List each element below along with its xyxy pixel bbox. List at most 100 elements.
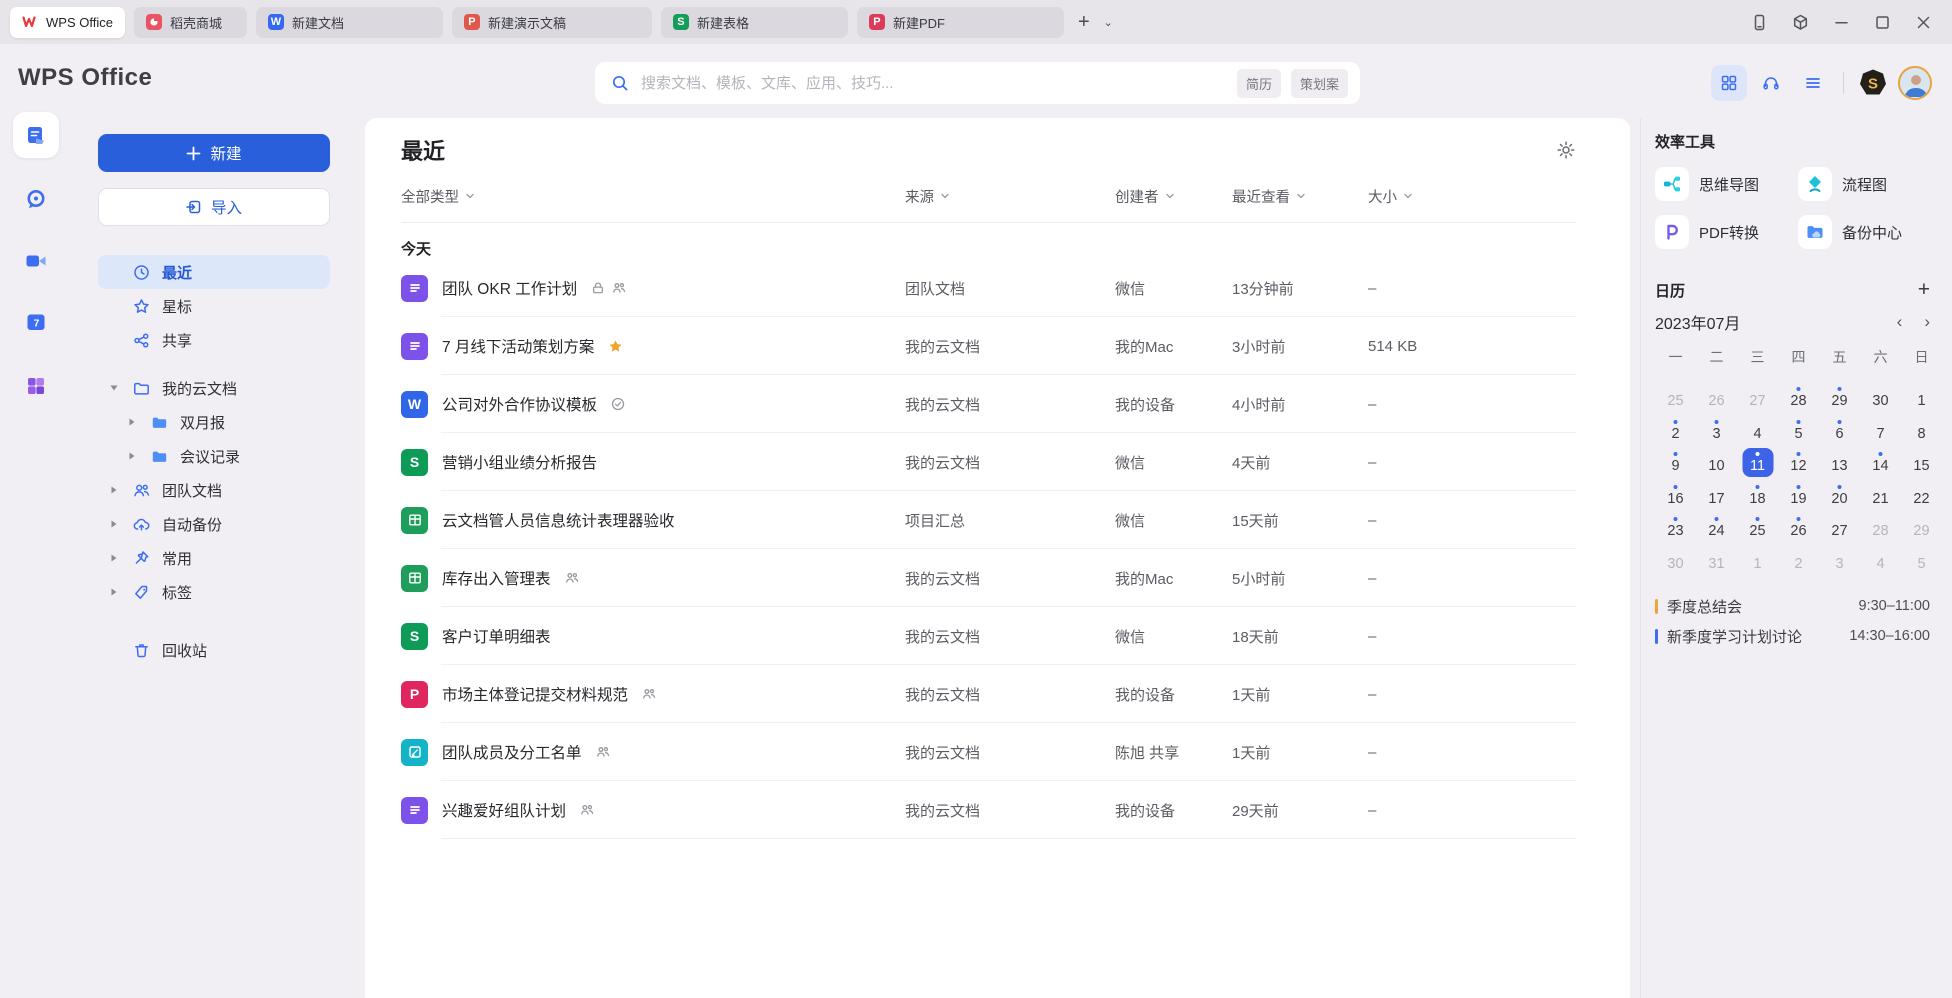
calendar-event[interactable]: 季度总结会9:30–11:00 bbox=[1655, 591, 1930, 621]
calendar-day-26[interactable]: 26 bbox=[1778, 510, 1819, 543]
calendar-day-10[interactable]: 10 bbox=[1696, 445, 1737, 478]
calendar-day-25[interactable]: 25 bbox=[1655, 380, 1696, 413]
calendar-day-28[interactable]: 28 bbox=[1860, 510, 1901, 543]
tool-PDF转换[interactable]: PDF转换 bbox=[1655, 208, 1798, 256]
rail-item-meeting[interactable] bbox=[13, 238, 59, 284]
file-row[interactable]: 团队成员及分工名单我的云文档陈旭 共享1天前– bbox=[401, 723, 1576, 781]
new-document-button[interactable]: 新建 bbox=[98, 134, 330, 172]
close-button[interactable] bbox=[1915, 14, 1932, 31]
calendar-day-27[interactable]: 27 bbox=[1819, 510, 1860, 543]
sidebar-item-常用[interactable]: 常用 bbox=[98, 541, 330, 575]
calendar-day-24[interactable]: 24 bbox=[1696, 510, 1737, 543]
caret-right-icon[interactable] bbox=[127, 417, 137, 427]
calendar-day-1[interactable]: 1 bbox=[1737, 543, 1778, 576]
file-row[interactable]: W公司对外合作协议模板我的云文档我的设备4小时前– bbox=[401, 375, 1576, 433]
calendar-day-16[interactable]: 16 bbox=[1655, 478, 1696, 511]
calendar-day-5[interactable]: 5 bbox=[1778, 413, 1819, 446]
rail-item-calendar-7[interactable]: 7 bbox=[13, 299, 59, 345]
mobile-button[interactable] bbox=[1751, 14, 1768, 31]
calendar-day-31[interactable]: 31 bbox=[1696, 543, 1737, 576]
settings-gear-icon[interactable] bbox=[1556, 140, 1576, 160]
rail-item-messages[interactable] bbox=[13, 176, 59, 222]
calendar-day-23[interactable]: 23 bbox=[1655, 510, 1696, 543]
membership-badge[interactable]: S bbox=[1858, 68, 1888, 98]
caret-right-icon[interactable] bbox=[109, 587, 119, 597]
maximize-button[interactable] bbox=[1874, 14, 1891, 31]
sidebar-item-共享[interactable]: 共享 bbox=[98, 323, 330, 357]
sidebar-item-会议记录[interactable]: 会议记录 bbox=[98, 439, 330, 473]
calendar-day-2[interactable]: 2 bbox=[1778, 543, 1819, 576]
new-tab-button[interactable]: + bbox=[1078, 12, 1090, 32]
calendar-next-button[interactable]: › bbox=[1924, 312, 1930, 332]
calendar-day-3[interactable]: 3 bbox=[1819, 543, 1860, 576]
tool-备份中心[interactable]: 备份中心 bbox=[1798, 208, 1941, 256]
support-headset-button[interactable] bbox=[1753, 65, 1789, 101]
calendar-day-6[interactable]: 6 bbox=[1819, 413, 1860, 446]
sidebar-item-星标[interactable]: 星标 bbox=[98, 289, 330, 323]
sidebar-item-双月报[interactable]: 双月报 bbox=[98, 405, 330, 439]
calendar-day-5[interactable]: 5 bbox=[1901, 543, 1942, 576]
file-row[interactable]: 7 月线下活动策划方案我的云文档我的Mac3小时前514 KB bbox=[401, 317, 1576, 375]
calendar-day-19[interactable]: 19 bbox=[1778, 478, 1819, 511]
sidebar-item-团队文档[interactable]: 团队文档 bbox=[98, 473, 330, 507]
global-search-bar[interactable]: 简历策划案 bbox=[595, 62, 1360, 104]
window-tab-新建文档[interactable]: W新建文档 bbox=[256, 7, 443, 38]
calendar-day-26[interactable]: 26 bbox=[1696, 380, 1737, 413]
grid-view-button[interactable] bbox=[1711, 65, 1747, 101]
window-tab-新建表格[interactable]: S新建表格 bbox=[661, 7, 848, 38]
caret-right-icon[interactable] bbox=[109, 519, 119, 529]
sidebar-item-我的云文档[interactable]: 我的云文档 bbox=[98, 371, 330, 405]
file-row[interactable]: 团队 OKR 工作计划团队文档微信13分钟前– bbox=[401, 259, 1576, 317]
calendar-prev-button[interactable]: ‹ bbox=[1897, 312, 1903, 332]
file-row[interactable]: S营销小组业绩分析报告我的云文档微信4天前– bbox=[401, 433, 1576, 491]
rail-item-apps[interactable] bbox=[13, 363, 59, 409]
caret-right-icon[interactable] bbox=[127, 451, 137, 461]
calendar-event[interactable]: 新季度学习计划讨论14:30–16:00 bbox=[1655, 621, 1930, 651]
caret-right-icon[interactable] bbox=[109, 485, 119, 495]
calendar-day-9[interactable]: 9 bbox=[1655, 445, 1696, 478]
calendar-day-3[interactable]: 3 bbox=[1696, 413, 1737, 446]
sidebar-item-trash[interactable]: 回收站 bbox=[98, 633, 207, 667]
calendar-day-4[interactable]: 4 bbox=[1860, 543, 1901, 576]
file-row[interactable]: 云文档管人员信息统计表理器验收项目汇总微信15天前– bbox=[401, 491, 1576, 549]
search-tag-策划案[interactable]: 策划案 bbox=[1291, 69, 1348, 98]
calendar-day-29[interactable]: 29 bbox=[1901, 510, 1942, 543]
tab-list-chevron-icon[interactable]: ⌄ bbox=[1104, 16, 1113, 29]
import-button[interactable]: 导入 bbox=[98, 188, 330, 226]
window-tab-新建PDF[interactable]: P新建PDF bbox=[857, 7, 1064, 38]
calendar-day-18[interactable]: 18 bbox=[1737, 478, 1778, 511]
filter-大小[interactable]: 大小 bbox=[1368, 186, 1576, 207]
calendar-day-21[interactable]: 21 bbox=[1860, 478, 1901, 511]
calendar-day-13[interactable]: 13 bbox=[1819, 445, 1860, 478]
window-tab-稻壳商城[interactable]: 稻壳商城 bbox=[134, 7, 247, 38]
file-row[interactable]: 兴趣爱好组队计划我的云文档我的设备29天前– bbox=[401, 781, 1576, 839]
calendar-day-27[interactable]: 27 bbox=[1737, 380, 1778, 413]
calendar-day-29[interactable]: 29 bbox=[1819, 380, 1860, 413]
filter-创建者[interactable]: 创建者 bbox=[1115, 186, 1232, 207]
search-input[interactable] bbox=[639, 74, 1227, 93]
search-tag-简历[interactable]: 简历 bbox=[1237, 69, 1281, 98]
sidebar-item-标签[interactable]: 标签 bbox=[98, 575, 330, 609]
calendar-day-25[interactable]: 25 bbox=[1737, 510, 1778, 543]
tool-思维导图[interactable]: 思维导图 bbox=[1655, 160, 1798, 208]
window-tab-WPS Office[interactable]: WPS Office bbox=[10, 7, 125, 38]
calendar-day-14[interactable]: 14 bbox=[1860, 445, 1901, 478]
calendar-day-17[interactable]: 17 bbox=[1696, 478, 1737, 511]
rail-item-documents[interactable] bbox=[13, 112, 59, 158]
calendar-day-2[interactable]: 2 bbox=[1655, 413, 1696, 446]
calendar-day-4[interactable]: 4 bbox=[1737, 413, 1778, 446]
calendar-day-28[interactable]: 28 bbox=[1778, 380, 1819, 413]
calendar-day-30[interactable]: 30 bbox=[1860, 380, 1901, 413]
add-event-button[interactable]: + bbox=[1918, 278, 1930, 302]
tool-流程图[interactable]: 流程图 bbox=[1798, 160, 1941, 208]
sidebar-item-最近[interactable]: 最近 bbox=[98, 255, 330, 289]
caret-right-icon[interactable] bbox=[109, 553, 119, 563]
file-row[interactable]: P市场主体登记提交材料规范我的云文档我的设备1天前– bbox=[401, 665, 1576, 723]
caret-down-icon[interactable] bbox=[109, 383, 119, 393]
window-tab-新建演示文稿[interactable]: P新建演示文稿 bbox=[452, 7, 652, 38]
main-menu-button[interactable] bbox=[1795, 65, 1831, 101]
filter-最近查看[interactable]: 最近查看 bbox=[1232, 186, 1368, 207]
calendar-day-12[interactable]: 12 bbox=[1778, 445, 1819, 478]
calendar-day-1[interactable]: 1 bbox=[1901, 380, 1942, 413]
calendar-day-11[interactable]: 11 bbox=[1737, 445, 1778, 478]
